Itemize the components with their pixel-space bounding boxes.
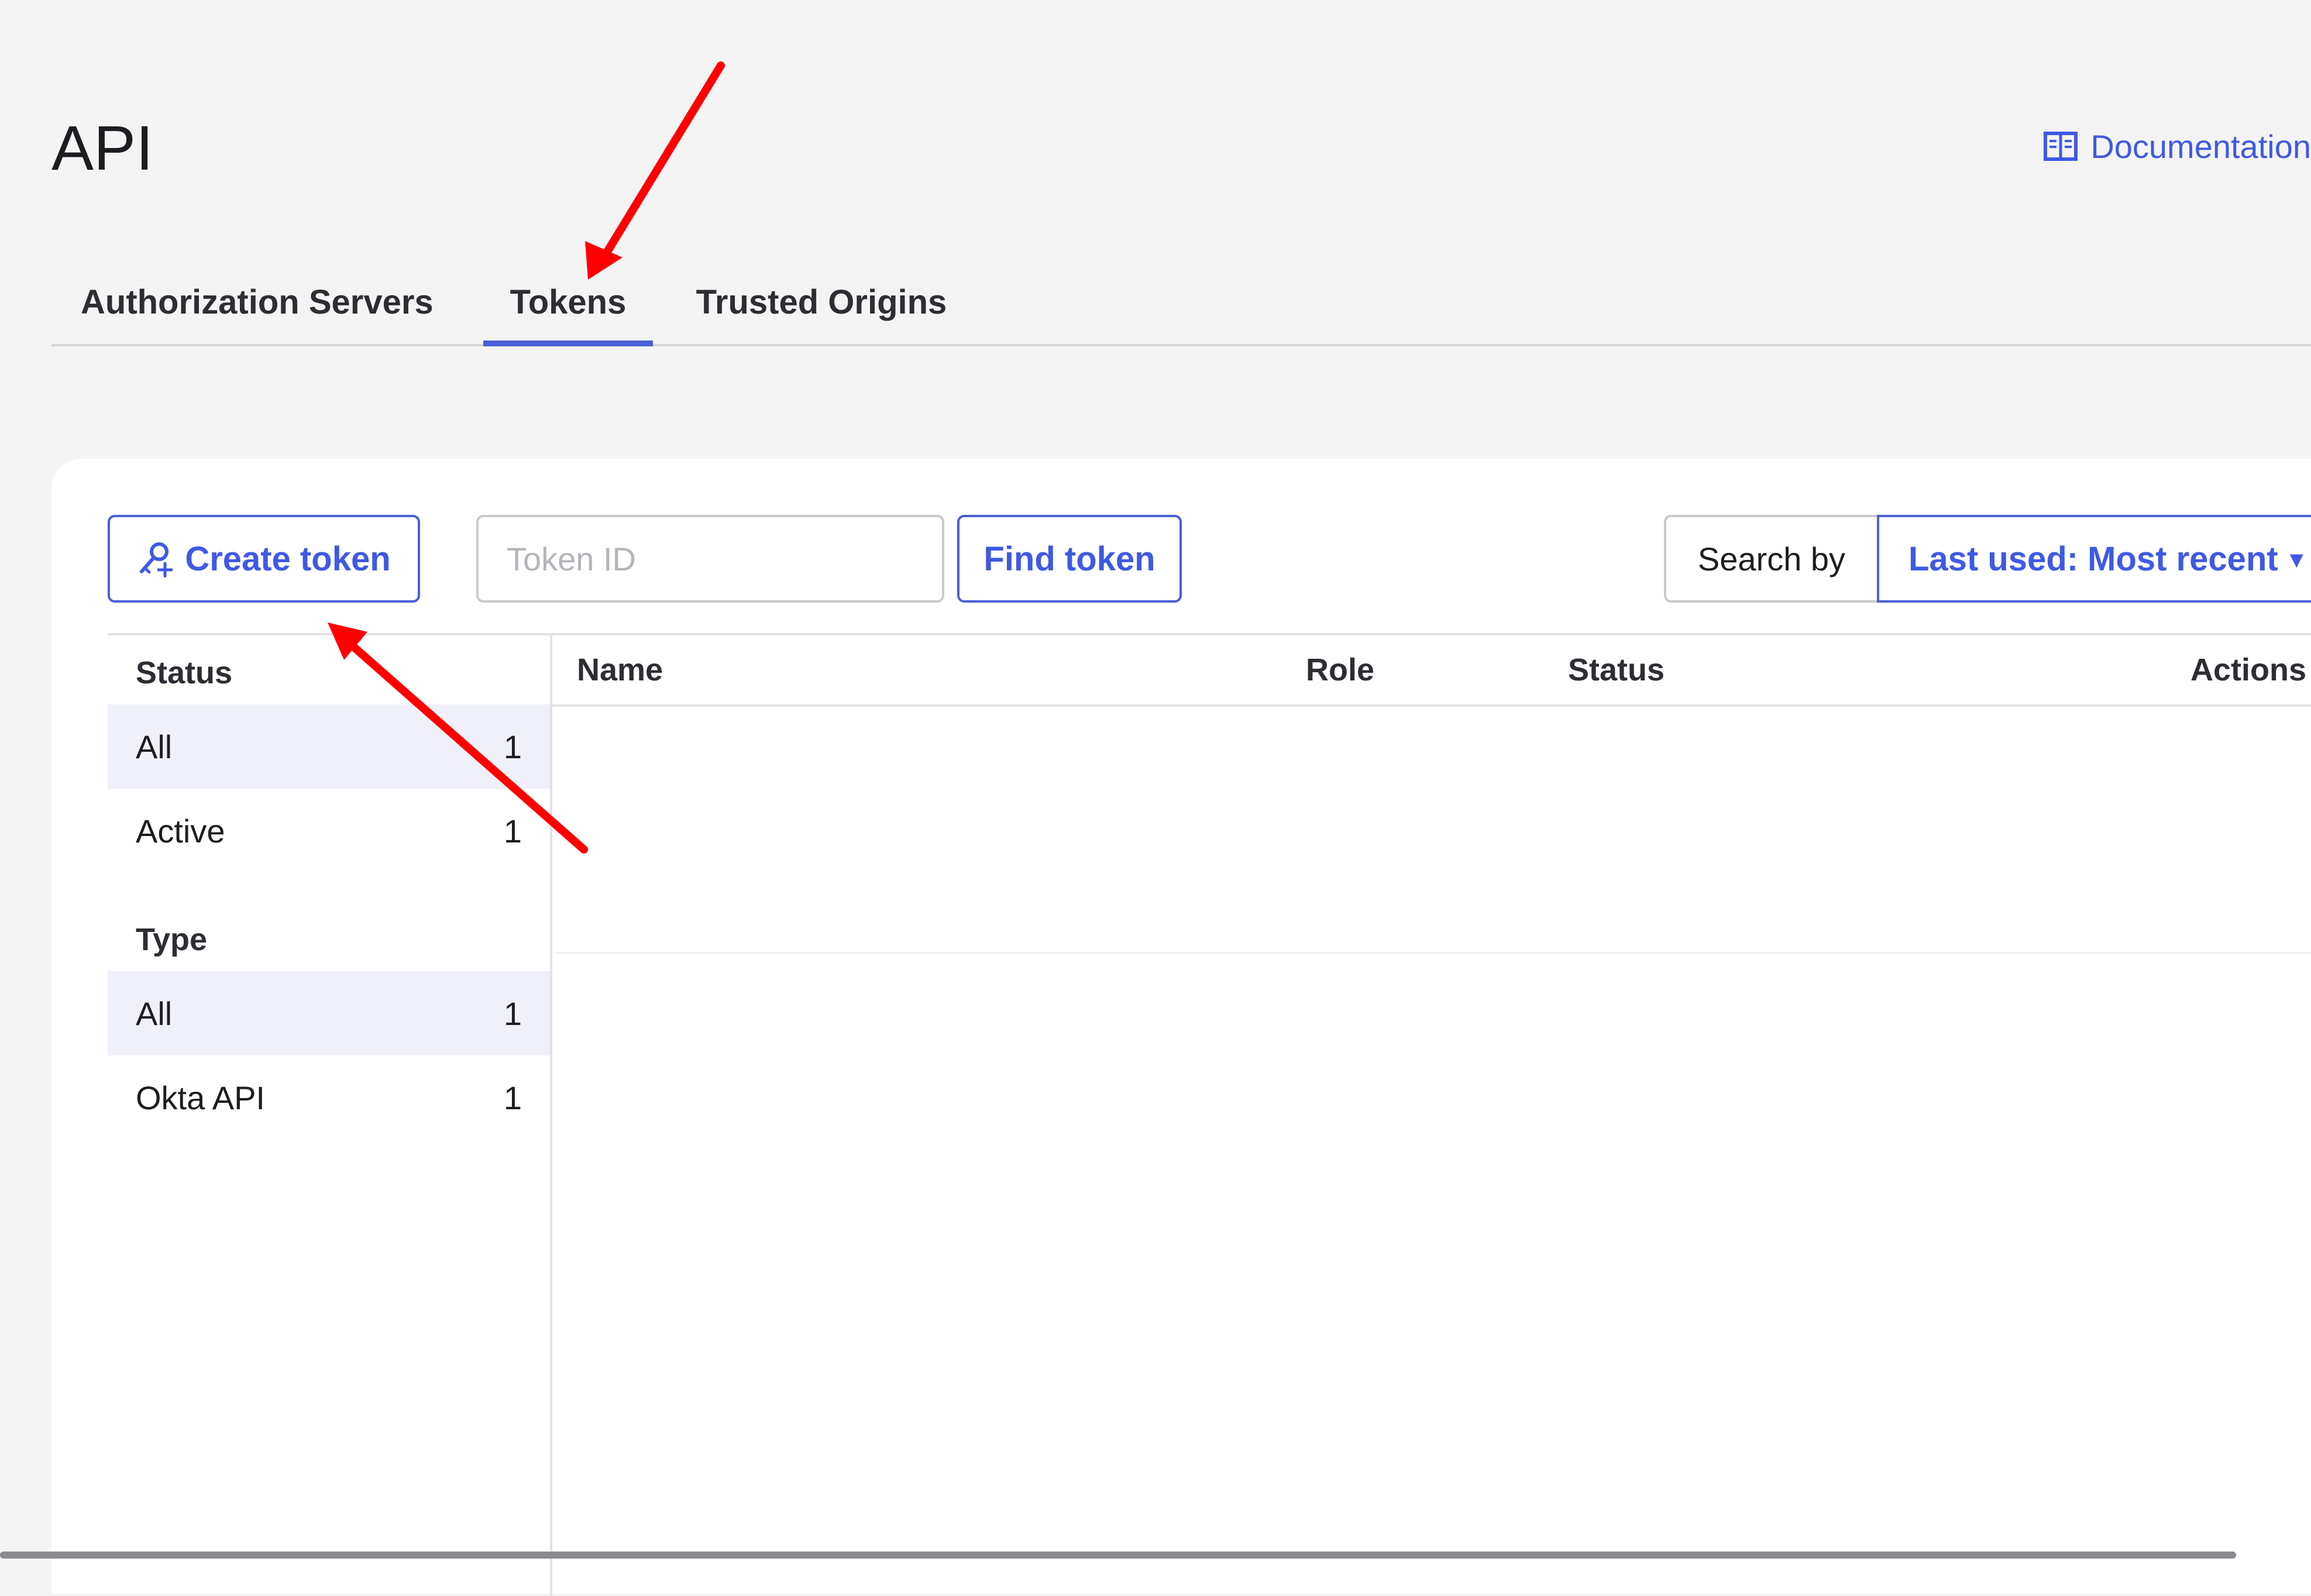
documentation-link[interactable]: Documentation	[2044, 124, 2311, 168]
key-plus-icon	[140, 542, 173, 577]
column-header-role[interactable]: Role	[1306, 635, 1374, 704]
filter-label: Active	[136, 812, 225, 849]
create-token-label: Create token	[185, 539, 391, 578]
type-filter-okta-api[interactable]: Okta API 1	[108, 1055, 550, 1140]
status-filter-active[interactable]: Active 1	[108, 789, 550, 873]
table-empty-row-divider	[555, 952, 2311, 954]
column-header-status[interactable]: Status	[1568, 635, 1665, 704]
filter-count: 1	[503, 995, 522, 1032]
documentation-link-label: Documentation	[2090, 128, 2311, 165]
tab-authorization-servers[interactable]: Authorization Servers	[51, 257, 456, 346]
filter-count: 1	[503, 812, 522, 849]
tab-trusted-origins[interactable]: Trusted Origins	[683, 257, 960, 346]
tab-bar: Authorization Servers Tokens Trusted Ori…	[51, 257, 2311, 346]
sort-selected-value: Last used: Most recent	[1908, 539, 2278, 578]
tokens-grid: Status All 1 Active 1 Type All 1 Okta AP…	[108, 633, 2311, 1596]
find-token-button[interactable]: Find token	[957, 515, 1182, 603]
filter-label: Okta API	[136, 1079, 265, 1116]
status-filter-heading: Status	[136, 655, 233, 690]
filter-count: 1	[503, 1079, 522, 1116]
book-icon	[2044, 132, 2078, 161]
chevron-down-icon: ▾	[2289, 544, 2303, 574]
annotation-arrow-to-tokens-tab	[585, 61, 725, 280]
filter-sidebar: Status All 1 Active 1 Type All 1 Okta AP…	[108, 635, 552, 1596]
column-header-actions: Actions	[2190, 652, 2307, 687]
column-header-name[interactable]: Name	[577, 635, 663, 704]
filter-label: All	[136, 728, 173, 765]
status-filter-all[interactable]: All 1	[108, 704, 550, 789]
page-title: API	[51, 112, 154, 183]
type-filter-all[interactable]: All 1	[108, 971, 550, 1055]
token-id-input[interactable]	[476, 515, 944, 603]
search-by-control: Search by Last used: Most recent ▾	[1664, 515, 2311, 603]
create-token-button[interactable]: Create token	[108, 515, 420, 603]
table-header: Name Role Status Actions	[552, 635, 2311, 707]
tokens-panel: Create token Find token Search by Last u…	[51, 459, 2311, 1596]
search-by-label: Search by	[1664, 515, 1877, 603]
type-filter-heading: Type	[136, 922, 208, 957]
horizontal-scrollbar[interactable]	[0, 1552, 2236, 1559]
tab-tokens[interactable]: Tokens	[483, 257, 653, 346]
filter-label: All	[136, 995, 173, 1032]
sort-dropdown[interactable]: Last used: Most recent ▾	[1877, 515, 2311, 603]
filter-count: 1	[503, 728, 522, 765]
